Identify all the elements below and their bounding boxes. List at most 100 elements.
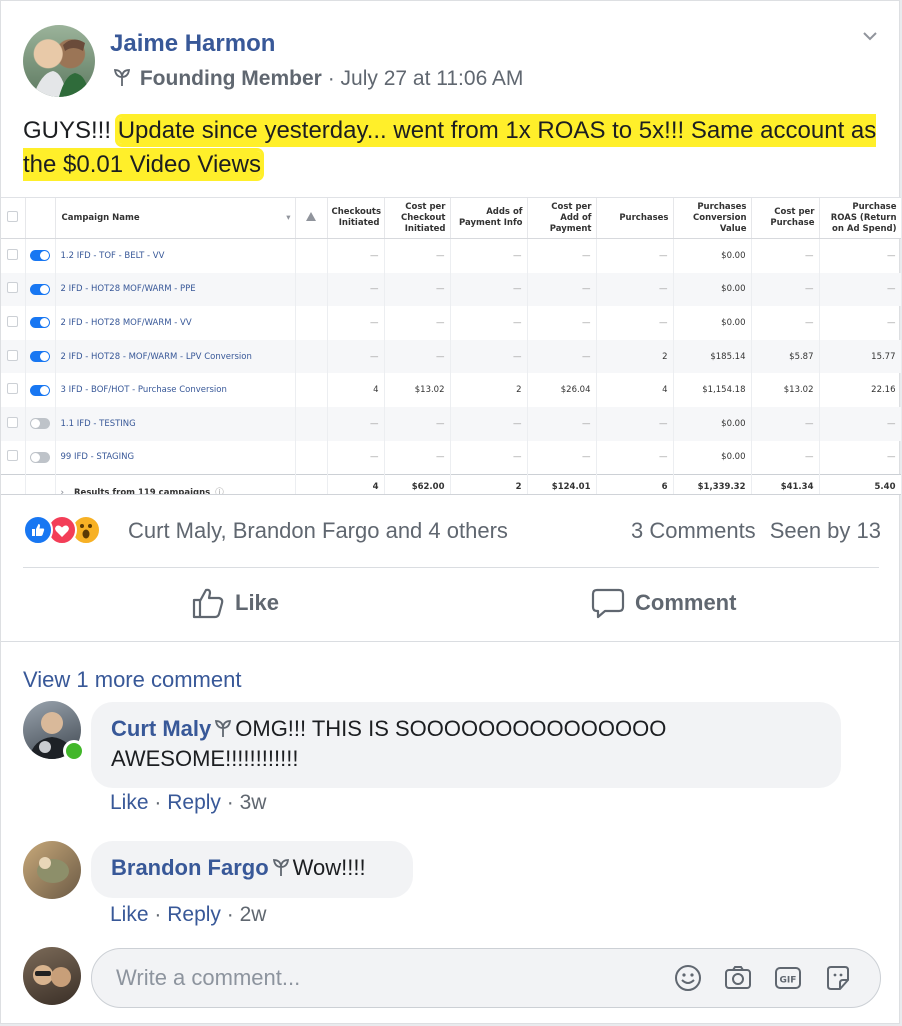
warning-cell (295, 339, 328, 374)
author-name[interactable]: Jaime Harmon (110, 30, 275, 58)
row-checkbox[interactable] (1, 373, 26, 407)
campaign-name[interactable]: 2 IFD - HOT28 - MOF/WARM - LPV Conversio… (55, 339, 296, 374)
online-status-dot (63, 740, 85, 762)
campaign-row[interactable]: 2 IFD - HOT28 MOF/WARM - VV — — — — — $0.00— — (1, 306, 901, 340)
metric-cell: $0.00 (673, 272, 752, 307)
campaign-toggle[interactable] (25, 306, 56, 340)
col-conversion-value[interactable]: Purchases Conversion Value (673, 198, 752, 239)
total-cell: 5.40Average (819, 474, 901, 494)
row-checkbox[interactable] (1, 440, 26, 475)
ads-manager-table: Campaign Name ▾ Checkouts Initiated Cost … (1, 197, 901, 495)
metric-cell: — (596, 306, 674, 340)
metric-cell: $26.04 (527, 373, 597, 407)
campaign-toggle[interactable] (25, 339, 56, 374)
member-badge[interactable]: Founding Member (140, 67, 322, 90)
campaign-name[interactable]: 1.1 IFD - TESTING (55, 406, 296, 441)
post-timestamp[interactable]: July 27 at 11:06 AM (341, 67, 524, 90)
col-checkouts[interactable]: Checkouts Initiated (327, 198, 385, 239)
metric-cell: — (819, 406, 901, 441)
campaign-row[interactable]: 2 IFD - HOT28 - MOF/WARM - LPV Conversio… (1, 339, 901, 374)
seen-by[interactable]: Seen by 13 (770, 518, 881, 543)
warning-cell (295, 238, 328, 273)
reaction-names[interactable]: Curt Maly, Brandon Fargo and 4 others (128, 518, 508, 544)
like-button[interactable]: Like (191, 586, 279, 620)
campaign-toggle[interactable] (25, 272, 56, 307)
metric-cell: — (819, 238, 901, 273)
comment-author[interactable]: Brandon Fargo (111, 855, 269, 880)
comment-age[interactable]: 3w (240, 791, 267, 814)
col-campaign-name[interactable]: Campaign Name ▾ (55, 198, 296, 239)
emoji-icon[interactable] (674, 964, 702, 992)
comment-button[interactable]: Comment (591, 586, 736, 620)
campaign-row[interactable]: 2 IFD - HOT28 MOF/WARM - PPE — — — — — $0.00— — (1, 272, 901, 307)
campaign-toggle[interactable] (25, 373, 56, 407)
row-checkbox[interactable] (1, 238, 26, 273)
chevron-down-icon[interactable] (863, 29, 877, 43)
metric-cell: — (527, 440, 597, 475)
campaign-toggle[interactable] (25, 440, 56, 475)
comment-age[interactable]: 2w (240, 903, 267, 926)
campaign-name[interactable]: 2 IFD - HOT28 MOF/WARM - PPE (55, 272, 296, 307)
select-all-checkbox[interactable] (1, 198, 26, 239)
expand-icon[interactable]: › (61, 488, 65, 494)
metric-cell: $1,154.18 (673, 373, 752, 407)
metric-cell: — (596, 272, 674, 307)
row-checkbox[interactable] (1, 272, 26, 307)
metric-cell: — (450, 306, 528, 340)
meta-separator: · (327, 67, 335, 90)
comment-author[interactable]: Curt Maly (111, 716, 211, 741)
toggle-header (25, 198, 56, 239)
campaign-row[interactable]: 1.1 IFD - TESTING — — — — — $0.00— — (1, 406, 901, 441)
sprout-icon (272, 859, 289, 876)
metric-cell: — (384, 440, 451, 475)
sticker-icon[interactable] (824, 964, 852, 992)
metric-cell: — (384, 238, 451, 273)
col-cost-checkout[interactable]: Cost per Checkout Initiated (384, 198, 451, 239)
campaign-toggle[interactable] (25, 238, 56, 273)
totals-label[interactable]: › Results from 119 campaigns ⓘ (55, 474, 296, 494)
divider (23, 567, 879, 568)
col-cost-add-payment[interactable]: Cost per Add of Payment (527, 198, 597, 239)
like-icon[interactable] (23, 515, 53, 545)
campaign-toggle[interactable] (25, 406, 56, 441)
campaign-name[interactable]: 3 IFD - BOF/HOT - Purchase Conversion (55, 373, 296, 407)
campaign-name[interactable]: 1.2 IFD - TOF - BELT - VV (55, 238, 296, 273)
comment-like-link[interactable]: Like (110, 903, 149, 926)
campaign-row[interactable]: 3 IFD - BOF/HOT - Purchase Conversion 4 $1… (1, 373, 901, 407)
comments-count[interactable]: 3 Comments (631, 518, 756, 543)
campaign-name[interactable]: 2 IFD - HOT28 MOF/WARM - VV (55, 306, 296, 340)
author-avatar[interactable] (23, 25, 95, 97)
metric-cell: — (527, 339, 597, 374)
comment-text: Wow!!!! (292, 855, 366, 880)
camera-icon[interactable] (724, 964, 752, 992)
view-more-comments[interactable]: View 1 more comment (23, 667, 241, 693)
warning-icon (295, 198, 328, 239)
campaign-row[interactable]: 99 IFD - STAGING — — — — — $0.00— — (1, 440, 901, 475)
comment-input-placeholder[interactable]: Write a comment... (116, 965, 300, 991)
metric-cell: $13.02 (751, 373, 820, 407)
row-checkbox[interactable] (1, 339, 26, 374)
metric-cell: — (327, 406, 385, 441)
col-cost-purchase[interactable]: Cost per Purchase (751, 198, 820, 239)
col-purchases[interactable]: Purchases (596, 198, 674, 239)
sort-icon[interactable]: ▾ (286, 213, 290, 224)
row-checkbox[interactable] (1, 306, 26, 340)
commenter-avatar[interactable] (23, 841, 81, 899)
comment-reply-link[interactable]: Reply (167, 903, 221, 926)
campaign-row[interactable]: 1.2 IFD - TOF - BELT - VV — — — — — $0.00— — (1, 238, 901, 273)
metric-cell: — (751, 406, 820, 441)
campaign-name[interactable]: 99 IFD - STAGING (55, 440, 296, 475)
warning-cell (295, 406, 328, 441)
metric-cell: $0.00 (673, 440, 752, 475)
comment-reply-link[interactable]: Reply (167, 791, 221, 814)
reactions-bar: Curt Maly, Brandon Fargo and 4 others 3 … (23, 513, 883, 549)
col-adds-payment[interactable]: Adds of Payment Info (450, 198, 528, 239)
comment-composer[interactable]: Write a comment... GIF (91, 948, 881, 1008)
metric-cell: — (819, 440, 901, 475)
col-roas[interactable]: Purchase ROAS (Return on Ad Spend) (819, 198, 901, 239)
gif-icon[interactable]: GIF (774, 964, 802, 992)
row-checkbox[interactable] (1, 406, 26, 441)
comment-like-link[interactable]: Like (110, 791, 149, 814)
totals-spacer (25, 474, 56, 494)
metric-cell: $0.00 (673, 306, 752, 340)
